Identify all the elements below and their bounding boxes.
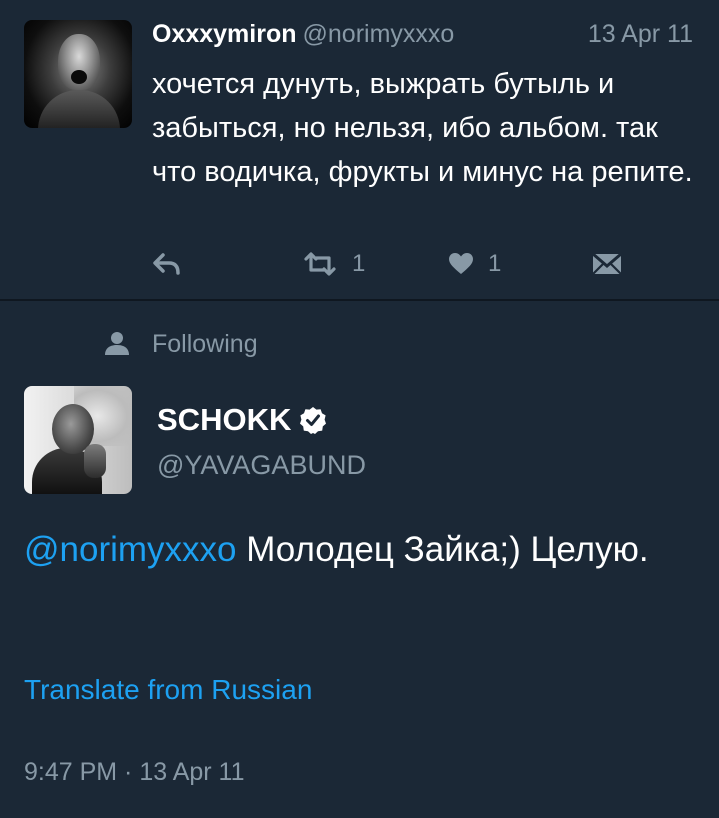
mention-link[interactable]: @norimyxxxo <box>24 530 237 569</box>
reply-icon <box>153 253 180 275</box>
tweet-date: 13 Apr 11 <box>587 20 693 48</box>
reply-button[interactable] <box>152 246 182 282</box>
retweet-icon <box>304 252 336 276</box>
following-label: Following <box>152 329 258 358</box>
author-handle[interactable]: @norimyxxxo <box>303 20 455 48</box>
tweet-text: @norimyxxxo Молодец Зайка;) Целую. <box>24 526 704 574</box>
avatar[interactable] <box>24 386 132 494</box>
divider <box>0 299 719 301</box>
person-icon <box>105 332 129 355</box>
author-name[interactable]: Oxxxymiron <box>152 20 297 48</box>
tweet-header: Oxxxymiron @norimyxxxo 13 Apr 11 <box>152 20 695 54</box>
translate-link[interactable]: Translate from Russian <box>24 674 312 706</box>
like-count: 1 <box>488 250 502 277</box>
parent-tweet[interactable]: Oxxxymiron @norimyxxxo 13 Apr 11 хочется … <box>0 0 719 300</box>
tweet-timestamp[interactable]: 9:47 PM · 13 Apr 11 <box>24 758 245 787</box>
tweet-text: хочется дунуть, выжрать бутыль и забытьс… <box>152 68 693 188</box>
direct-message-icon <box>592 252 622 275</box>
tweet-detail-screen: Oxxxymiron @norimyxxxo 13 Apr 11 хочется … <box>0 0 719 818</box>
direct-message-button[interactable] <box>592 246 622 282</box>
retweet-button[interactable]: 1 <box>302 246 365 282</box>
social-context: Following <box>104 326 258 362</box>
heart-icon <box>449 253 473 274</box>
verified-badge-icon <box>300 407 327 434</box>
like-button[interactable]: 1 <box>448 246 501 282</box>
avatar[interactable] <box>24 20 132 128</box>
author-handle[interactable]: @YAVAGABUND <box>157 450 366 481</box>
retweet-count: 1 <box>352 250 366 277</box>
tweet-actions: 1 1 <box>152 246 632 286</box>
author-name[interactable]: SCHOKK <box>157 400 327 440</box>
tweet-body: Молодец Зайка;) Целую. <box>236 530 649 569</box>
